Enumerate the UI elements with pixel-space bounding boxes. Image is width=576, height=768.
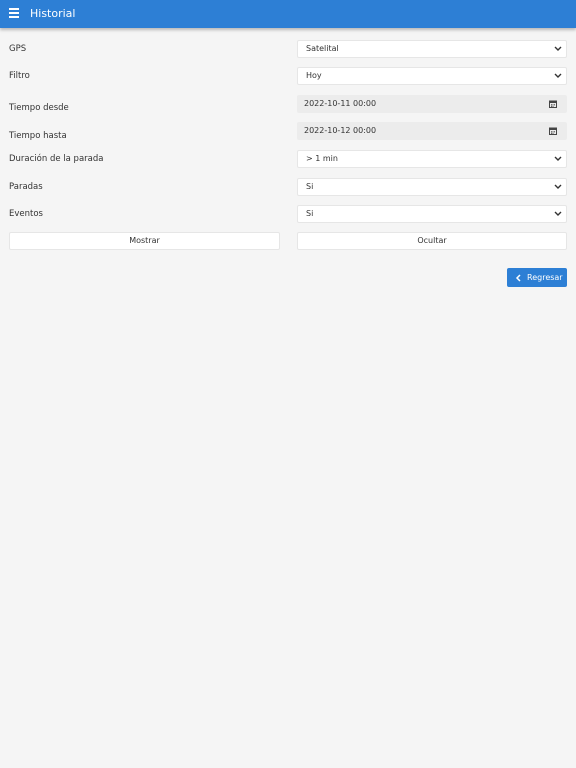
filtro-select-value: Hoy [306, 71, 322, 80]
gps-select-value: Satelital [306, 44, 339, 53]
tiempo-desde-label: Tiempo desde [9, 103, 69, 113]
mostrar-button[interactable]: Mostrar [9, 232, 280, 250]
tiempo-desde-value: 2022-10-11 00:00 [304, 99, 377, 108]
calendar-icon[interactable] [549, 100, 557, 108]
gps-select[interactable]: Satelital [297, 40, 567, 58]
eventos-select[interactable]: Si [297, 205, 567, 223]
tiempo-hasta-value: 2022-10-12 00:00 [304, 126, 377, 135]
menu-icon[interactable] [9, 8, 19, 20]
chevron-down-icon [554, 211, 562, 216]
paradas-label: Paradas [9, 182, 43, 192]
duracion-select[interactable]: > 1 min [297, 150, 567, 168]
page-title: Historial [30, 7, 76, 20]
gps-label: GPS [9, 44, 27, 54]
tiempo-hasta-label: Tiempo hasta [9, 131, 67, 141]
paradas-select[interactable]: Si [297, 178, 567, 196]
duracion-select-value: > 1 min [306, 154, 338, 163]
chevron-down-icon [554, 46, 562, 51]
ocultar-button[interactable]: Ocultar [297, 232, 567, 250]
duracion-label: Duración de la parada [9, 154, 104, 164]
tiempo-desde-input[interactable]: 2022-10-11 00:00 [297, 95, 567, 113]
eventos-label: Eventos [9, 209, 43, 219]
filtro-select[interactable]: Hoy [297, 67, 567, 85]
regresar-button[interactable]: Regresar [507, 268, 567, 287]
chevron-left-icon [515, 274, 521, 282]
filtro-label: Filtro [9, 71, 30, 81]
chevron-down-icon [554, 184, 562, 189]
tiempo-hasta-input[interactable]: 2022-10-12 00:00 [297, 122, 567, 140]
chevron-down-icon [554, 73, 562, 78]
calendar-icon[interactable] [549, 127, 557, 135]
paradas-select-value: Si [306, 182, 314, 191]
regresar-label: Regresar [527, 273, 563, 282]
top-app-bar: Historial [0, 0, 576, 28]
eventos-select-value: Si [306, 209, 314, 218]
chevron-down-icon [554, 156, 562, 161]
